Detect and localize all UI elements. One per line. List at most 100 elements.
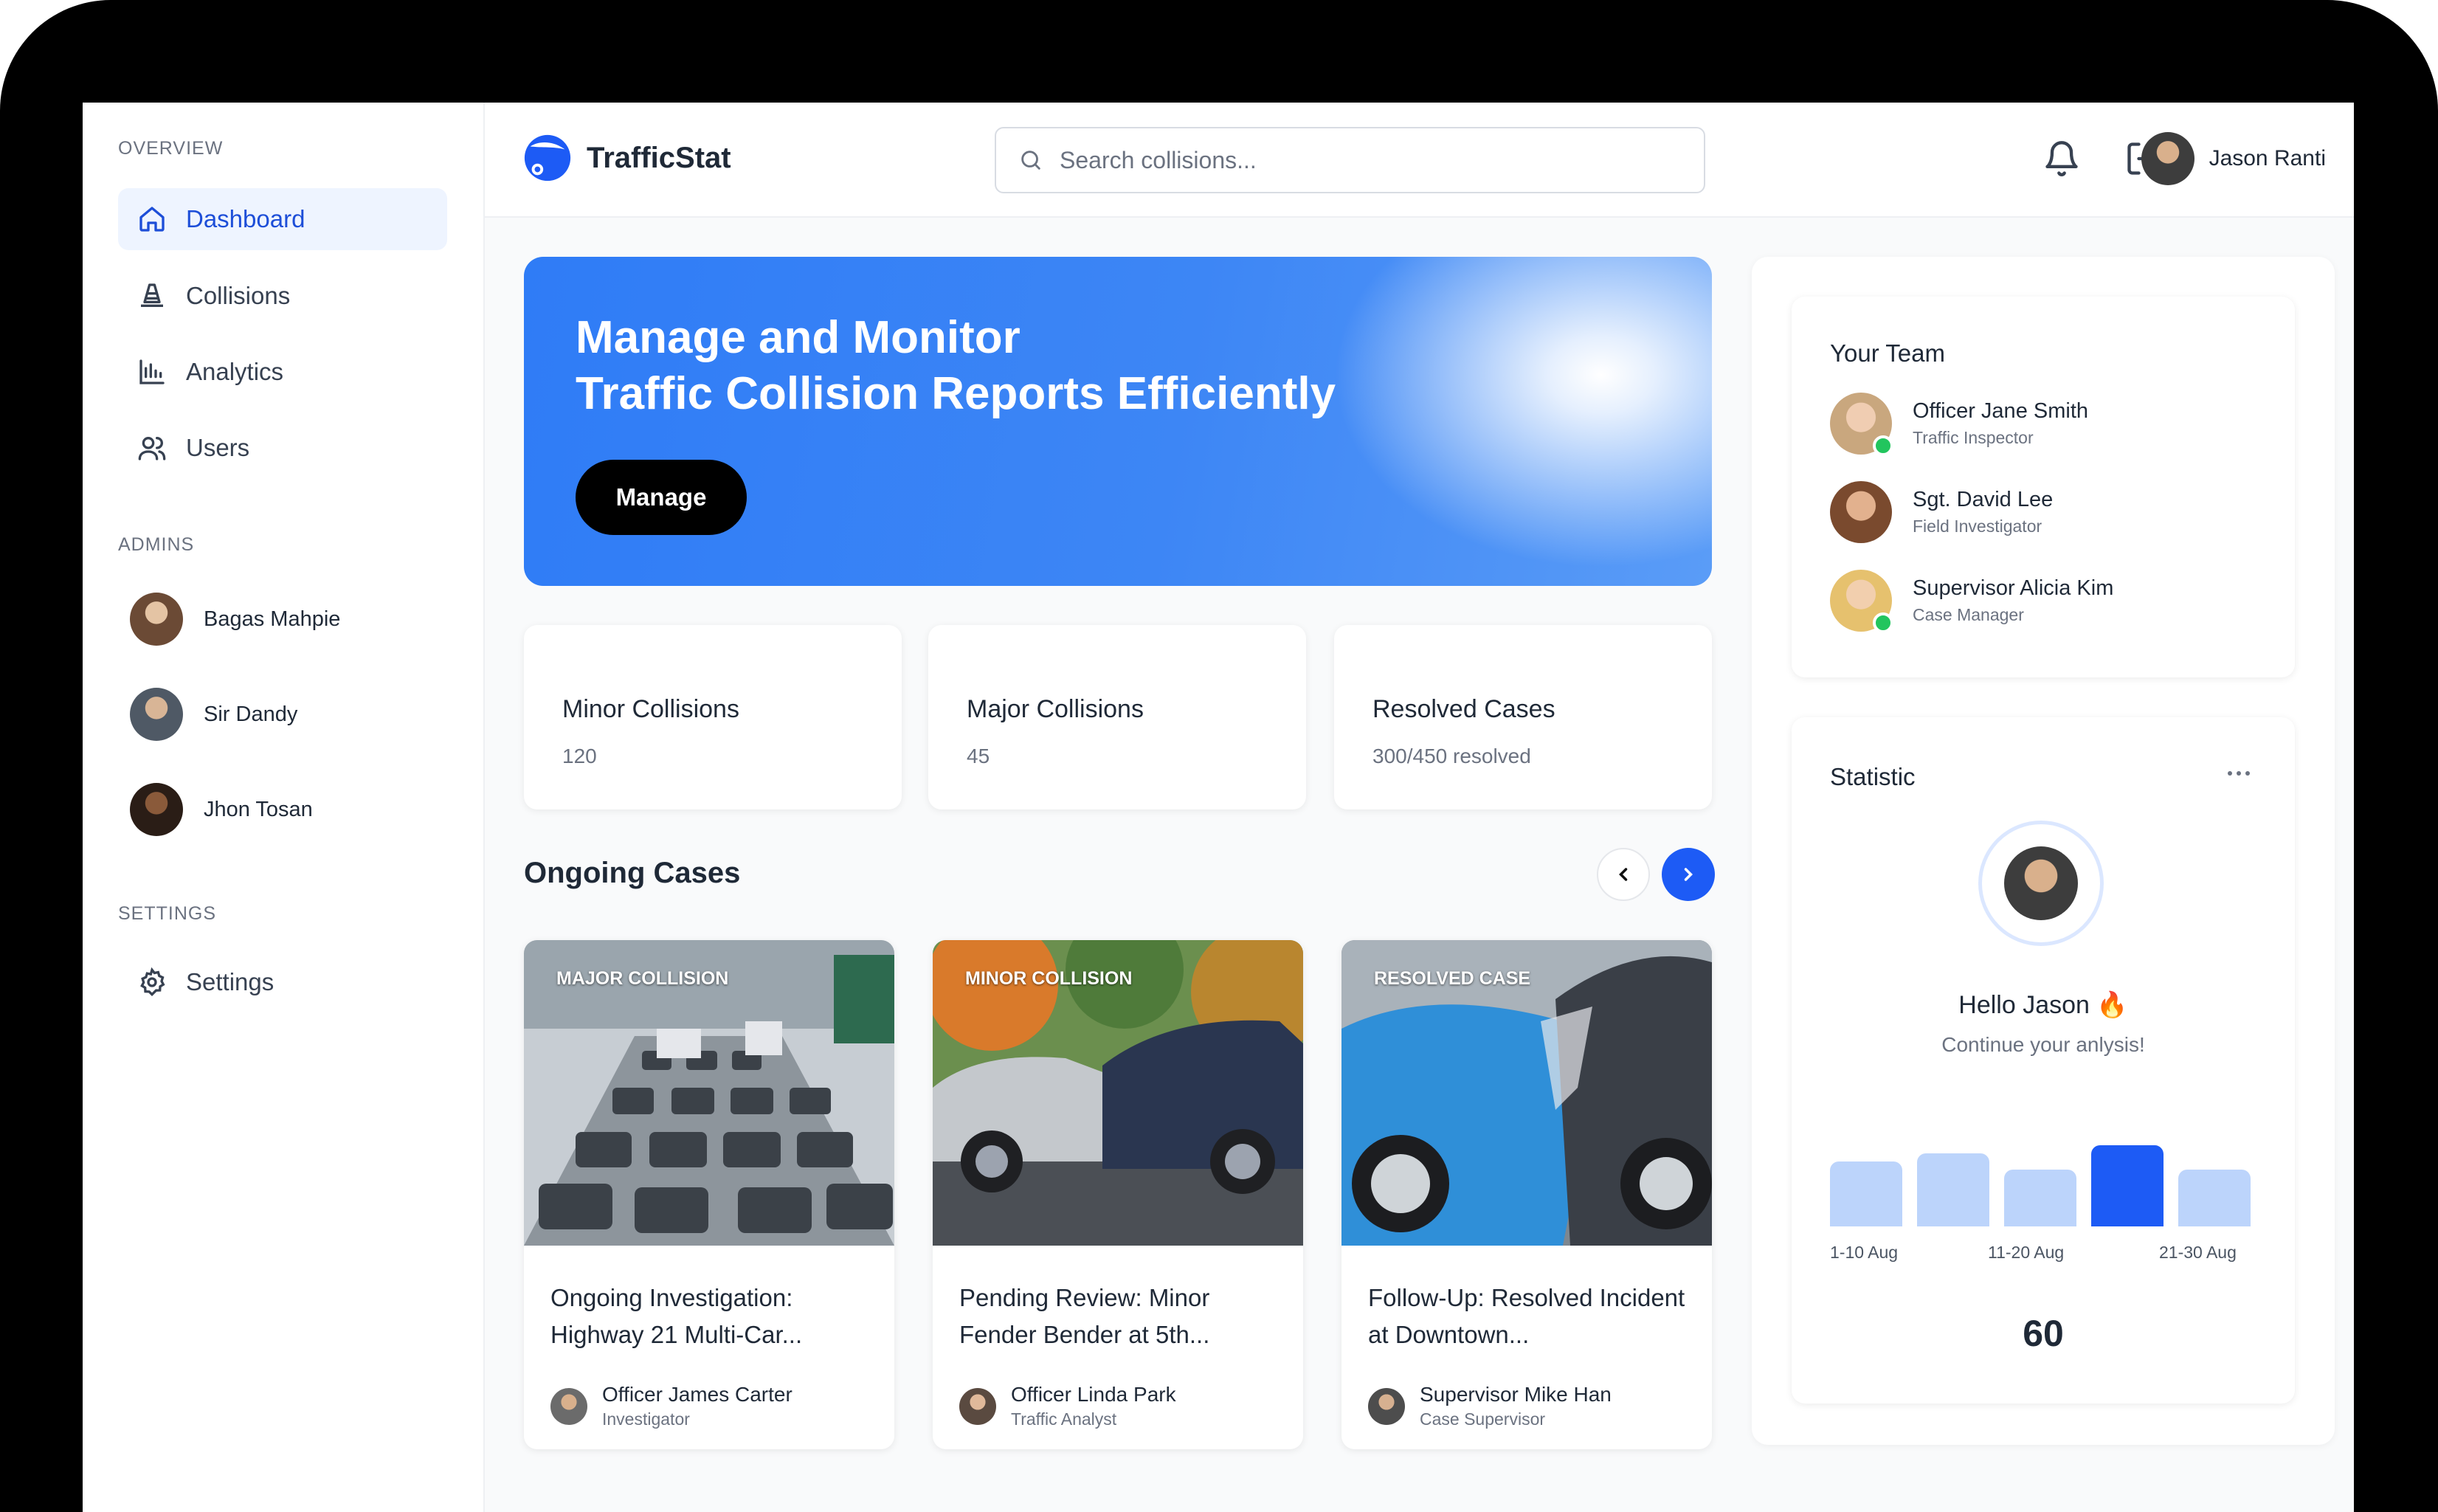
- online-status-dot: [1873, 435, 1893, 456]
- case-card[interactable]: RESOLVED CASE Follow-Up: Resolved Incide…: [1341, 940, 1712, 1449]
- chart-bar[interactable]: [1917, 1153, 1989, 1226]
- admin-name: Jhon Tosan: [204, 797, 313, 821]
- avatar: [130, 783, 183, 836]
- statistic-card: Statistic Hello Jason 🔥 Continue your an…: [1792, 717, 2295, 1404]
- brand-name: TrafficStat: [587, 141, 731, 174]
- sidebar-item-analytics[interactable]: Analytics: [118, 341, 447, 403]
- admin-item[interactable]: Jhon Tosan: [130, 783, 313, 836]
- admins-section-title: ADMINS: [118, 534, 195, 555]
- sidebar-item-collisions[interactable]: Collisions: [118, 265, 447, 327]
- case-officer: Officer Linda Park Traffic Analyst: [959, 1383, 1176, 1429]
- member-role: Traffic Inspector: [1913, 428, 2034, 447]
- hero-banner: Manage and Monitor Traffic Collision Rep…: [524, 257, 1712, 586]
- stat-value: 300/450 resolved: [1372, 745, 1531, 767]
- case-tag: MINOR COLLISION: [965, 968, 1133, 989]
- user-name: Jason Ranti: [2209, 146, 2326, 170]
- sidebar-item-label: Users: [186, 434, 250, 461]
- avatar: [1368, 1387, 1405, 1425]
- admin-name: Bagas Mahpie: [204, 607, 341, 631]
- settings-section-title: SETTINGS: [118, 903, 217, 924]
- sidebar-item-label: Analytics: [186, 358, 284, 385]
- greeting-subtitle: Continue your anlysis!: [1941, 1033, 2145, 1056]
- sidebar: OVERVIEW Dashboard Collisions Analytics …: [83, 103, 485, 1512]
- bell-icon[interactable]: [2042, 139, 2081, 178]
- sidebar-item-users[interactable]: Users: [118, 417, 447, 479]
- search-input[interactable]: [1060, 146, 1665, 174]
- online-status-dot: [1873, 612, 1893, 633]
- avatar: [959, 1387, 996, 1425]
- chart-bar[interactable]: [1830, 1161, 1902, 1226]
- next-button[interactable]: [1662, 848, 1715, 901]
- admin-name: Sir Dandy: [204, 702, 298, 726]
- profile-ring: [1978, 821, 2104, 946]
- chevron-right-icon: [1684, 868, 1693, 881]
- chart-tick-label: 21-30 Aug: [2159, 1243, 2237, 1262]
- device-frame: OVERVIEW Dashboard Collisions Analytics …: [0, 0, 2438, 1512]
- case-title: Pending Review: Minor Fender Bender at 5…: [959, 1284, 1210, 1348]
- officer-name: Officer Linda Park: [1011, 1383, 1176, 1406]
- chart-bar[interactable]: [2091, 1145, 2164, 1226]
- avatar: [1830, 481, 1892, 543]
- member-name: Officer Jane Smith: [1913, 399, 2089, 423]
- hero-title: Manage and Monitor Traffic Collision Rep…: [576, 310, 1336, 422]
- users-icon: [138, 437, 166, 460]
- admin-item[interactable]: Sir Dandy: [130, 688, 297, 741]
- team-member[interactable]: Sgt. David Lee Field Investigator: [1830, 481, 2053, 543]
- statistic-total: 60: [2023, 1313, 2064, 1354]
- sidebar-item-label: Settings: [186, 968, 274, 995]
- chart-tick-label: 11-20 Aug: [1988, 1243, 2065, 1262]
- more-options-icon[interactable]: [2224, 766, 2254, 781]
- sidebar-item-label: Collisions: [186, 282, 291, 309]
- app-screen: OVERVIEW Dashboard Collisions Analytics …: [83, 103, 2354, 1512]
- stat-card-resolved[interactable]: Resolved Cases 300/450 resolved: [1334, 625, 1712, 809]
- officer-role: Investigator: [602, 1409, 690, 1429]
- officer-role: Case Supervisor: [1420, 1409, 1546, 1429]
- avatar: [130, 593, 183, 646]
- avatar: [2141, 132, 2194, 185]
- team-title: Your Team: [1830, 339, 1945, 367]
- officer-role: Traffic Analyst: [1011, 1409, 1117, 1429]
- avatar: [550, 1387, 587, 1425]
- case-title: Follow-Up: Resolved Incident at Downtown…: [1368, 1284, 1685, 1348]
- case-tag: RESOLVED CASE: [1374, 968, 1531, 989]
- brand-logo-icon: [524, 134, 571, 182]
- case-officer: Supervisor Mike Han Case Supervisor: [1368, 1383, 1612, 1429]
- chart-bar[interactable]: [2004, 1170, 2076, 1226]
- member-name: Supervisor Alicia Kim: [1913, 576, 2114, 600]
- stat-value: 120: [562, 745, 597, 767]
- team-card: Your Team Officer Jane Smith Traffic Ins…: [1792, 297, 2295, 677]
- search-icon: [1021, 151, 1040, 170]
- member-role: Case Manager: [1913, 605, 2024, 624]
- greeting: Hello Jason 🔥: [1958, 991, 2128, 1019]
- home-icon: [139, 207, 165, 232]
- member-role: Field Investigator: [1913, 517, 2042, 536]
- case-officer: Officer James Carter Investigator: [550, 1383, 792, 1429]
- stat-card-minor[interactable]: Minor Collisions 120: [524, 625, 902, 809]
- sidebar-item-label: Dashboard: [186, 205, 305, 232]
- officer-name: Supervisor Mike Han: [1420, 1383, 1612, 1406]
- member-name: Sgt. David Lee: [1913, 488, 2054, 511]
- statistic-title: Statistic: [1830, 763, 1916, 790]
- ongoing-cases-title: Ongoing Cases: [524, 857, 741, 889]
- stat-card-major[interactable]: Major Collisions 45: [928, 625, 1306, 809]
- team-member[interactable]: Supervisor Alicia Kim Case Manager: [1830, 570, 2114, 633]
- top-header: TrafficStat Jason Ranti: [485, 103, 2354, 218]
- case-card[interactable]: MAJOR COLLISION Ongoing Investigation: H…: [524, 940, 894, 1449]
- prev-button[interactable]: [1597, 848, 1650, 901]
- team-member[interactable]: Officer Jane Smith Traffic Inspector: [1830, 393, 2089, 456]
- chevron-left-icon: [1619, 868, 1628, 881]
- admin-item[interactable]: Bagas Mahpie: [130, 593, 340, 646]
- sidebar-item-settings[interactable]: Settings: [118, 951, 447, 1013]
- case-card[interactable]: MINOR COLLISION Pending Review: Minor Fe…: [933, 940, 1303, 1449]
- manage-button[interactable]: Manage: [576, 460, 747, 535]
- search-bar[interactable]: [995, 127, 1705, 193]
- case-title: Ongoing Investigation: Highway 21 Multi-…: [550, 1284, 803, 1348]
- user-menu[interactable]: Jason Ranti: [2141, 132, 2326, 185]
- overview-section-title: OVERVIEW: [118, 138, 224, 159]
- hero-title-line: Traffic Collision Reports Efficiently: [576, 368, 1336, 419]
- avatar: [2004, 846, 2078, 920]
- sidebar-item-dashboard[interactable]: Dashboard: [118, 188, 447, 250]
- cone-icon: [141, 283, 163, 307]
- brand[interactable]: TrafficStat: [522, 132, 731, 184]
- chart-bar[interactable]: [2178, 1170, 2251, 1226]
